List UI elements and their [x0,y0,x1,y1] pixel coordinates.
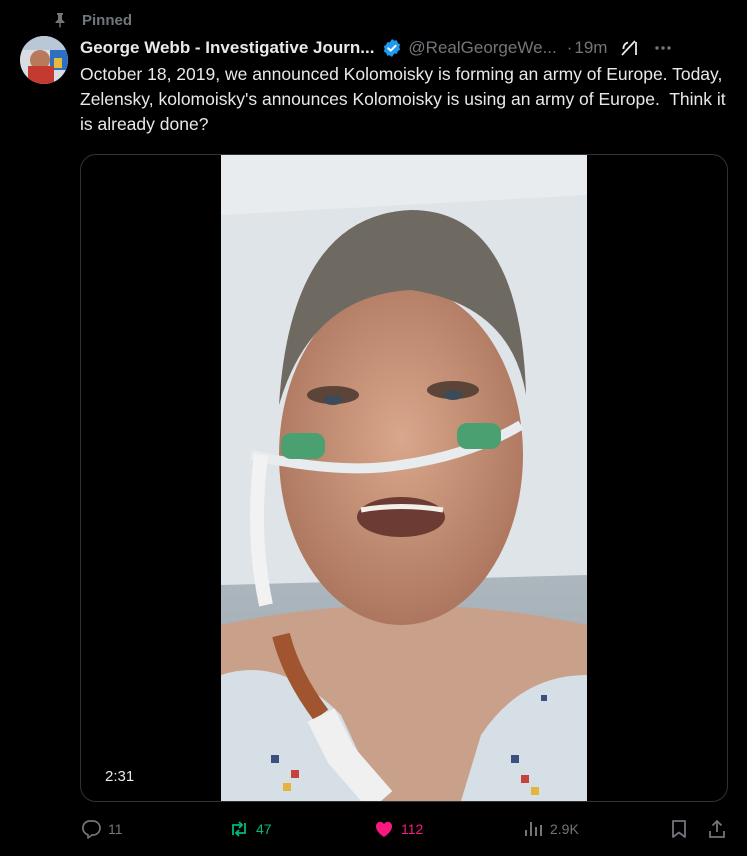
repost-count: 47 [256,821,272,837]
separator-dot: · [566,38,573,57]
views-icon [522,818,544,840]
timestamp[interactable]: 19m [574,38,607,58]
author-handle[interactable]: @RealGeorgeWe... [408,38,556,58]
share-button[interactable] [706,818,728,840]
tweet[interactable]: Pinned George Webb - Investigative Journ… [0,0,747,856]
views-button[interactable]: 2.9K [522,818,579,840]
bookmark-icon [668,818,690,840]
repost-button[interactable]: 47 [228,818,272,840]
like-button[interactable]: 112 [373,818,423,840]
avatar[interactable] [20,36,68,84]
tweet-header: George Webb - Investigative Journ... @Re… [80,36,730,60]
pinned-label: Pinned [82,11,133,29]
bookmark-button[interactable] [668,818,690,840]
grok-icon[interactable] [619,38,639,58]
views-count: 2.9K [550,821,579,837]
action-bar: 11 47 112 2.9K [80,816,730,842]
pin-icon [52,12,68,28]
reply-button[interactable]: 11 [80,818,123,840]
more-options-icon[interactable] [653,38,673,58]
like-count: 112 [401,821,424,837]
author-display-name[interactable]: George Webb - Investigative Journ... [80,38,374,58]
heart-icon [373,818,395,840]
reply-icon [80,818,102,840]
reply-count: 11 [108,821,123,837]
share-icon [706,818,728,840]
repost-icon [228,818,250,840]
video-thumbnail[interactable] [221,155,587,801]
video-player[interactable]: 2:31 [80,154,728,802]
tweet-text: October 18, 2019, we announced Kolomoisk… [80,64,731,134]
verified-badge-icon[interactable] [382,38,402,58]
video-duration: 2:31 [99,766,141,787]
pinned-indicator: Pinned [52,10,132,30]
